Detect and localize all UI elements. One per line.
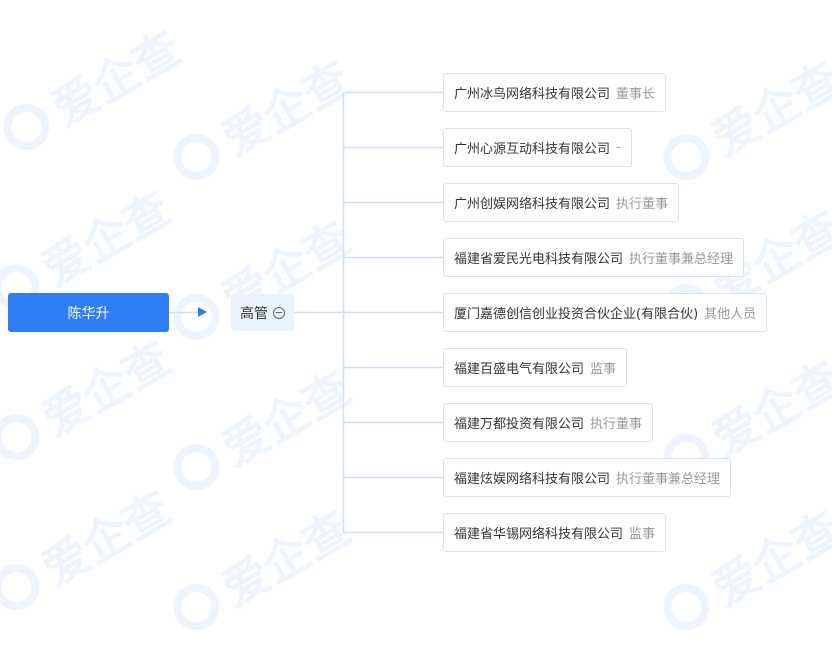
- company-role: -: [616, 140, 621, 155]
- company-name: 广州心源互动科技有限公司: [454, 142, 611, 157]
- company-node[interactable]: 广州冰鸟网络科技有限公司 董事长: [443, 73, 667, 112]
- category-label: 高管: [240, 305, 268, 322]
- company-name: 福建省爱民光电科技有限公司: [454, 252, 624, 267]
- company-name: 福建省华锡网络科技有限公司: [454, 527, 624, 542]
- company-role: 执行董事兼总经理: [629, 252, 734, 267]
- person-name: 陈华升: [67, 305, 110, 322]
- watermark-logo-icon: [655, 575, 718, 639]
- arrow-right-icon: [198, 307, 207, 317]
- company-name: 广州创娱网络科技有限公司: [454, 197, 611, 212]
- company-node[interactable]: 厦门嘉德创信创业投资合伙企业(有限合伙) 其他人员: [443, 293, 768, 332]
- watermark-logo-icon: [165, 575, 228, 639]
- company-node[interactable]: 福建百盛电气有限公司 监事: [443, 348, 628, 387]
- company-node[interactable]: 广州心源互动科技有限公司 -: [443, 128, 632, 167]
- category-node-executives[interactable]: 高管: [231, 294, 294, 331]
- company-name: 广州冰鸟网络科技有限公司: [454, 87, 611, 102]
- company-role: 执行董事: [616, 197, 669, 212]
- company-role: 监事: [590, 362, 617, 377]
- company-role: 执行董事兼总经理: [616, 472, 721, 487]
- company-name: 福建万都投资有限公司: [454, 417, 585, 432]
- company-role: 董事长: [616, 87, 656, 102]
- company-name: 厦门嘉德创信创业投资合伙企业(有限合伙): [454, 307, 699, 322]
- person-node[interactable]: 陈华升: [8, 293, 169, 332]
- company-name: 福建百盛电气有限公司: [454, 362, 585, 377]
- company-role: 其他人员: [704, 307, 757, 322]
- collapse-icon[interactable]: [273, 306, 285, 319]
- company-node[interactable]: 福建省华锡网络科技有限公司 监事: [443, 513, 667, 552]
- company-node[interactable]: 福建炫娱网络科技有限公司 执行董事兼总经理: [443, 458, 732, 497]
- company-name: 福建炫娱网络科技有限公司: [454, 472, 611, 487]
- company-role: 监事: [629, 527, 656, 542]
- company-role: 执行董事: [590, 417, 643, 432]
- company-node[interactable]: 广州创娱网络科技有限公司 执行董事: [443, 183, 680, 222]
- company-node[interactable]: 福建万都投资有限公司 执行董事: [443, 403, 654, 442]
- company-node[interactable]: 福建省爱民光电科技有限公司 执行董事兼总经理: [443, 238, 745, 277]
